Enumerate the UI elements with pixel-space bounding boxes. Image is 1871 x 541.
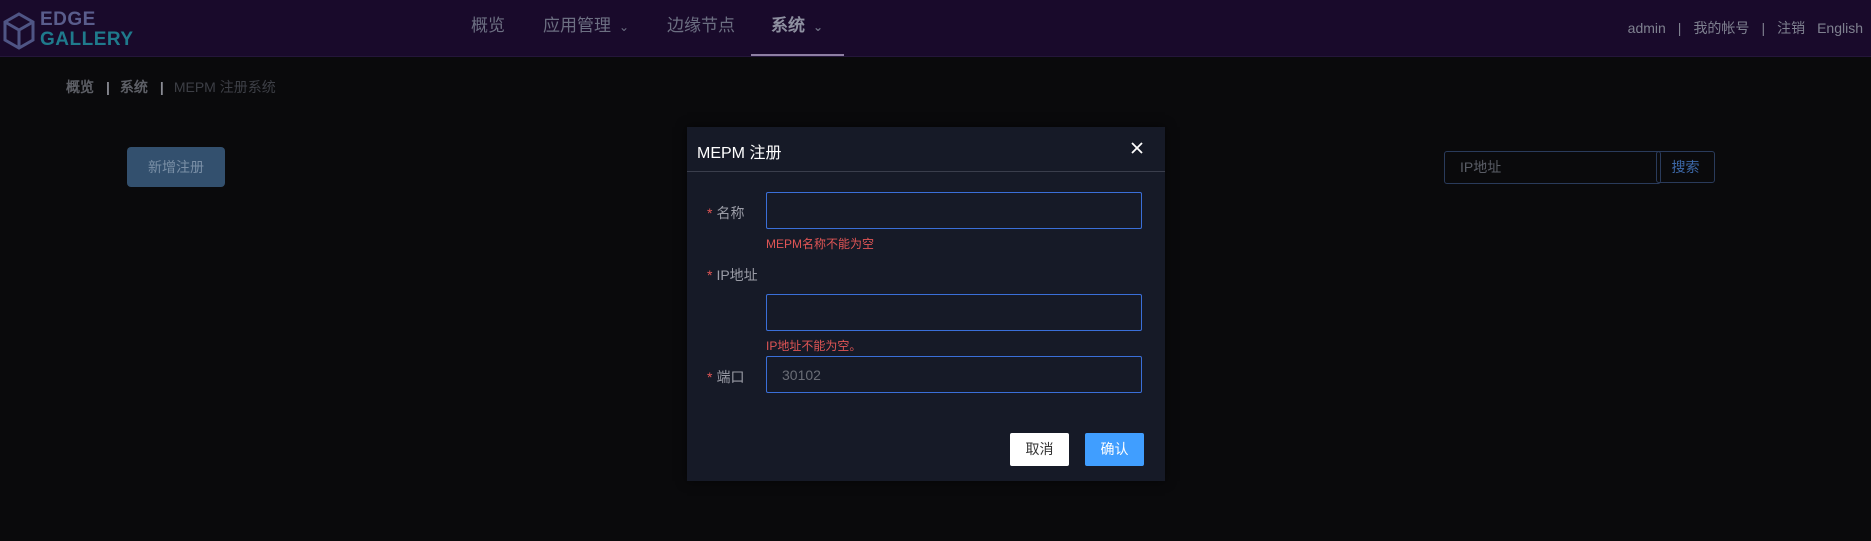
active-nav-indicator bbox=[751, 54, 844, 56]
ip-search-input[interactable]: IP地址 bbox=[1444, 151, 1661, 184]
name-input[interactable] bbox=[766, 192, 1142, 229]
edgegallery-logo[interactable]: EDGE GALLERY bbox=[2, 6, 134, 50]
required-mark: * bbox=[707, 205, 713, 221]
my-account-link[interactable]: 我的帐号 bbox=[1693, 20, 1749, 36]
nav-app-management-label: 应用管理 bbox=[543, 16, 611, 35]
separator: | bbox=[1761, 20, 1766, 36]
close-icon[interactable] bbox=[1127, 138, 1147, 158]
confirm-button[interactable]: 确认 bbox=[1085, 433, 1144, 466]
nav-overview-label: 概览 bbox=[471, 16, 505, 35]
nav-edge-nodes[interactable]: 边缘节点 bbox=[667, 0, 735, 56]
nav-system-label: 系统 bbox=[771, 16, 805, 35]
nav-app-management[interactable]: 应用管理 ⌄ bbox=[543, 0, 629, 56]
logo-text-gallery: GALLERY bbox=[40, 29, 134, 50]
required-mark: * bbox=[707, 369, 713, 385]
nav-edge-nodes-label: 边缘节点 bbox=[667, 16, 735, 35]
name-label: * 名称 bbox=[707, 203, 744, 223]
ip-address-label: * IP地址 bbox=[707, 265, 758, 285]
dialog-title: MEPM 注册 bbox=[697, 145, 782, 162]
breadcrumb-separator: | bbox=[159, 79, 164, 95]
breadcrumb-overview[interactable]: 概览 bbox=[66, 79, 94, 95]
logo-text-edge: EDGE bbox=[40, 9, 96, 30]
logout-link[interactable]: 注销 bbox=[1777, 20, 1805, 36]
search-button[interactable]: 搜索 bbox=[1656, 151, 1715, 183]
required-mark: * bbox=[707, 267, 713, 283]
name-label-text: 名称 bbox=[716, 205, 745, 221]
nav-system[interactable]: 系统 ⌄ bbox=[771, 0, 823, 56]
add-registration-button[interactable]: 新增注册 bbox=[127, 147, 225, 187]
port-label-text: 端口 bbox=[716, 369, 745, 385]
ip-address-input[interactable] bbox=[766, 294, 1142, 331]
user-menu: admin | 我的帐号 | 注销 English bbox=[1628, 18, 1863, 38]
cancel-button[interactable]: 取消 bbox=[1010, 433, 1069, 466]
chevron-down-icon: ⌄ bbox=[813, 20, 824, 34]
port-label: * 端口 bbox=[707, 367, 744, 387]
cube-logo-icon bbox=[3, 12, 35, 50]
nav-overview[interactable]: 概览 bbox=[471, 0, 505, 56]
mepm-register-dialog: MEPM 注册 * 名称 MEPM名称不能为空 * IP地址 IP地址不能为空。 *… bbox=[687, 127, 1165, 481]
breadcrumb-current: MEPM 注册系统 bbox=[173, 79, 276, 95]
language-toggle[interactable]: English bbox=[1817, 20, 1863, 36]
chevron-down-icon: ⌄ bbox=[619, 20, 630, 34]
port-input[interactable]: 30102 bbox=[766, 356, 1142, 393]
name-error-message: MEPM名称不能为空 bbox=[766, 237, 875, 251]
ip-address-error-message: IP地址不能为空。 bbox=[766, 339, 862, 353]
breadcrumb: 概览 | 系统 | MEPM 注册系统 bbox=[66, 77, 276, 97]
separator: | bbox=[1677, 20, 1682, 36]
username-link[interactable]: admin bbox=[1628, 20, 1666, 36]
top-nav-bar: EDGE GALLERY 概览 应用管理 ⌄ 边缘节点 系统 ⌄ admin | 我的帐… bbox=[0, 0, 1871, 57]
breadcrumb-system[interactable]: 系统 bbox=[120, 79, 148, 95]
breadcrumb-separator: | bbox=[106, 79, 110, 95]
dialog-header: MEPM 注册 bbox=[687, 127, 1165, 172]
ip-address-label-text: IP地址 bbox=[716, 267, 758, 283]
